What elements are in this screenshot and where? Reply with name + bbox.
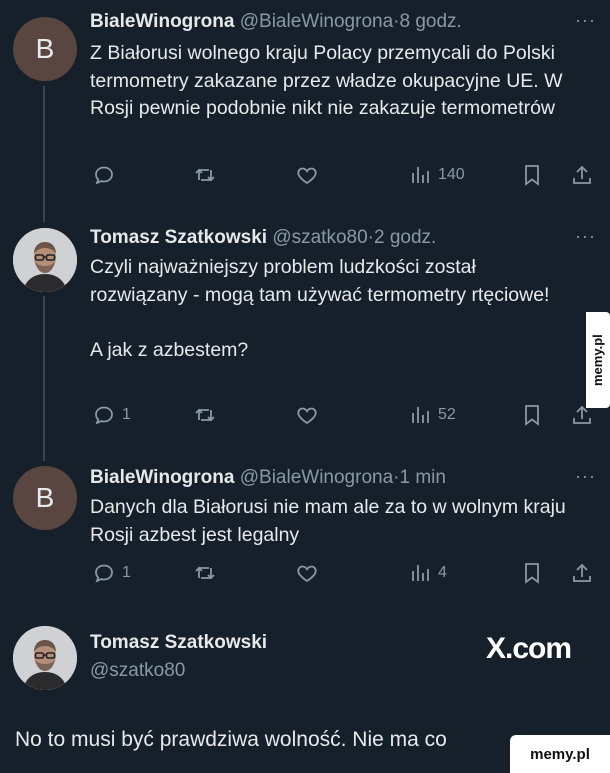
timestamp[interactable]: 1 min bbox=[399, 467, 445, 488]
heart-icon bbox=[297, 407, 317, 425]
views-button[interactable]: 52 bbox=[408, 400, 456, 430]
avatar[interactable] bbox=[13, 228, 77, 292]
author-handle[interactable]: @BialeWinogrona bbox=[240, 467, 393, 488]
retweet-icon bbox=[195, 408, 215, 422]
view-count: 140 bbox=[438, 166, 465, 183]
avatar[interactable]: B bbox=[13, 466, 77, 530]
tweet-header: Tomasz Szatkowski @szatko80·2 godz. bbox=[90, 227, 436, 249]
action-bar: 1 4 bbox=[90, 558, 600, 588]
retweet-icon bbox=[195, 168, 215, 182]
author-name[interactable]: BialeWinogrona bbox=[90, 467, 234, 488]
share-icon bbox=[573, 563, 591, 582]
retweet-button[interactable] bbox=[193, 558, 217, 588]
tweet-text: Danych dla Białorusi nie mam ale za to w… bbox=[90, 496, 566, 546]
bookmark-icon bbox=[525, 165, 539, 186]
watermark-bottom: memy.pl bbox=[510, 735, 610, 773]
author-name[interactable]: BialeWinogrona bbox=[90, 11, 234, 32]
avatar-letter: B bbox=[35, 33, 55, 64]
heart-icon bbox=[297, 167, 317, 185]
share-icon bbox=[573, 165, 591, 184]
more-options-icon[interactable]: ··· bbox=[575, 466, 596, 487]
user-photo-icon bbox=[13, 228, 77, 292]
card-author-name[interactable]: Tomasz Szatkowski bbox=[90, 632, 267, 654]
author-handle[interactable]: @BialeWinogrona bbox=[240, 11, 393, 32]
card-author-handle[interactable]: @szatko80 bbox=[90, 660, 185, 682]
reply-count: 1 bbox=[122, 564, 131, 581]
reply-icon bbox=[95, 406, 113, 425]
share-button[interactable] bbox=[570, 160, 594, 190]
timestamp[interactable]: 2 godz. bbox=[374, 227, 436, 248]
like-button[interactable] bbox=[295, 160, 319, 190]
views-button[interactable]: 4 bbox=[408, 558, 447, 588]
like-button[interactable] bbox=[295, 400, 319, 430]
retweet-button[interactable] bbox=[193, 160, 217, 190]
watermark-side: memy.pl bbox=[586, 312, 610, 408]
more-options-icon[interactable]: ··· bbox=[575, 10, 596, 31]
reply-count: 1 bbox=[122, 406, 131, 423]
more-options-icon[interactable]: ··· bbox=[575, 226, 596, 247]
like-button[interactable] bbox=[295, 558, 319, 588]
tweet-header: BialeWinogrona @BialeWinogrona·8 godz. bbox=[90, 11, 462, 33]
retweet-icon bbox=[195, 566, 215, 580]
bookmark-icon bbox=[525, 563, 539, 584]
views-icon bbox=[412, 407, 429, 423]
author-handle[interactable]: @szatko80 bbox=[272, 227, 367, 248]
bookmark-button[interactable] bbox=[520, 558, 544, 588]
reply-button[interactable]: 1 bbox=[92, 558, 131, 588]
bookmark-button[interactable] bbox=[520, 160, 544, 190]
user-photo-icon bbox=[13, 626, 77, 690]
share-button[interactable] bbox=[570, 558, 594, 588]
thread-line bbox=[43, 86, 45, 222]
x-brand-logo: X.com bbox=[486, 632, 572, 665]
author-name[interactable]: Tomasz Szatkowski bbox=[90, 227, 267, 248]
views-button[interactable]: 140 bbox=[408, 160, 465, 190]
reply-button[interactable]: 1 bbox=[92, 400, 131, 430]
tweet-text: Z Białorusi wolnego kraju Polacy przemyc… bbox=[90, 42, 563, 119]
view-count: 4 bbox=[438, 564, 447, 581]
avatar[interactable]: B bbox=[13, 17, 77, 81]
bookmark-icon bbox=[525, 405, 539, 426]
tweet-text: Czyli najważniejszy problem ludzkości zo… bbox=[90, 256, 550, 361]
thread-line bbox=[43, 296, 45, 461]
action-bar: 140 bbox=[90, 160, 600, 190]
views-icon bbox=[412, 167, 429, 183]
card-text: No to musi być prawdziwa wolność. Nie ma… bbox=[15, 728, 447, 751]
reply-icon bbox=[95, 564, 113, 583]
retweet-button[interactable] bbox=[193, 400, 217, 430]
timestamp[interactable]: 8 godz. bbox=[399, 11, 461, 32]
action-bar: 1 52 bbox=[90, 400, 600, 430]
heart-icon bbox=[297, 565, 317, 583]
card-avatar[interactable] bbox=[13, 626, 77, 690]
reply-button[interactable] bbox=[92, 160, 122, 190]
bookmark-button[interactable] bbox=[520, 400, 544, 430]
tweet-header: BialeWinogrona @BialeWinogrona·1 min bbox=[90, 467, 446, 489]
views-icon bbox=[412, 565, 429, 581]
reply-icon bbox=[95, 166, 113, 185]
view-count: 52 bbox=[438, 406, 456, 423]
avatar-letter: B bbox=[35, 482, 55, 513]
